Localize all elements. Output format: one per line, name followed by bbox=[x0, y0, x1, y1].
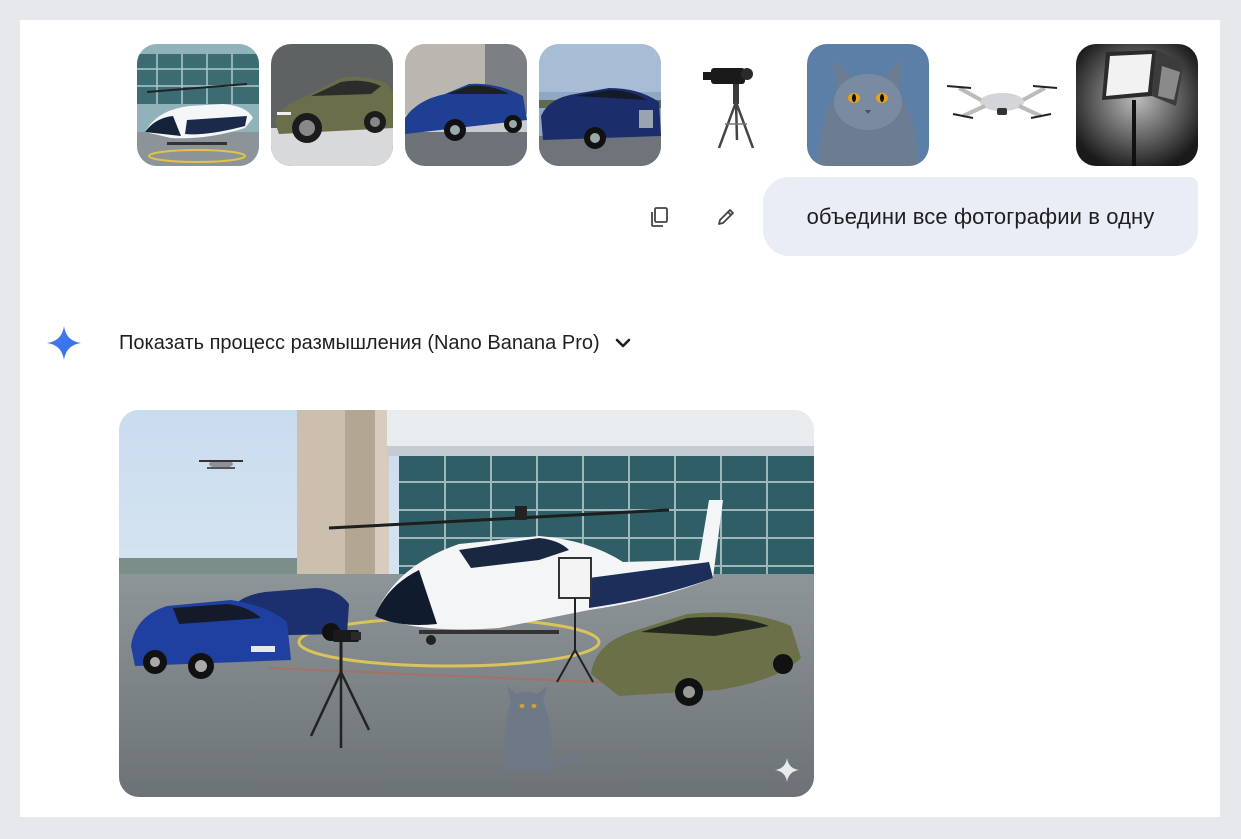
blue-limousine-thumbnail bbox=[539, 44, 661, 166]
user-message-text: объедини все фотографии в одну bbox=[806, 203, 1155, 229]
generated-image bbox=[119, 410, 814, 797]
attachment-blue-limousine[interactable] bbox=[539, 44, 661, 166]
attachment-green-sedan[interactable] bbox=[271, 44, 393, 166]
helicopter-thumbnail bbox=[137, 44, 259, 166]
user-message-bubble: объедини все фотографии в одну bbox=[763, 177, 1198, 256]
studio-light-thumbnail bbox=[1076, 44, 1198, 166]
drone-thumbnail bbox=[941, 44, 1063, 166]
pencil-icon[interactable] bbox=[711, 202, 741, 232]
attachment-helicopter[interactable] bbox=[137, 44, 259, 166]
attachment-camera-tripod[interactable] bbox=[673, 44, 795, 166]
gemini-sparkle-icon bbox=[46, 325, 82, 361]
thinking-label: Показать процесс размышления (Nano Banan… bbox=[119, 331, 600, 354]
attachment-cat[interactable] bbox=[807, 44, 929, 166]
green-sedan-thumbnail bbox=[271, 44, 393, 166]
ai-generated-sparkle-icon bbox=[774, 757, 800, 783]
camera-tripod-thumbnail bbox=[673, 44, 795, 166]
attachment-studio-light[interactable] bbox=[1076, 44, 1198, 166]
attachment-drone[interactable] bbox=[941, 44, 1063, 166]
chevron-down-icon bbox=[614, 333, 634, 353]
copy-icon[interactable] bbox=[644, 202, 674, 232]
blue-sedan-thumbnail bbox=[405, 44, 527, 166]
cat-thumbnail bbox=[807, 44, 929, 166]
chat-panel: объедини все фотографии в одну Показать … bbox=[20, 20, 1220, 817]
attachment-blue-sedan[interactable] bbox=[405, 44, 527, 166]
combined-scene-image[interactable] bbox=[119, 410, 814, 797]
show-thinking-toggle[interactable]: Показать процесс размышления (Nano Banan… bbox=[119, 328, 634, 358]
